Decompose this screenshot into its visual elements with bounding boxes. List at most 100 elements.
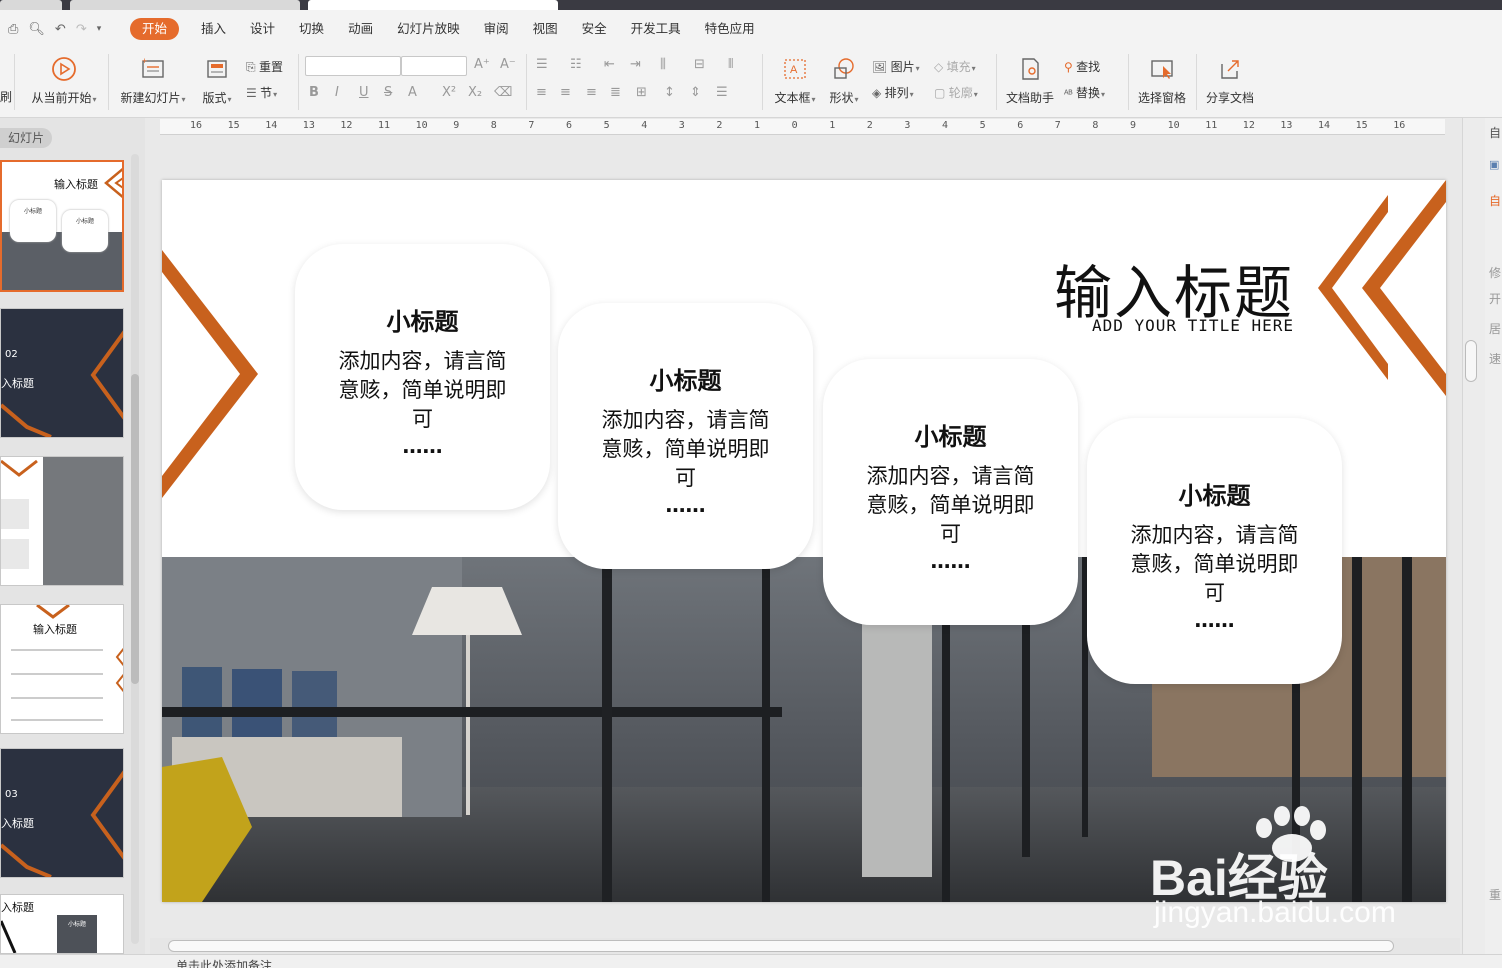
menu-start[interactable]: 开始	[130, 18, 180, 40]
menu-developer[interactable]: 开发工具	[619, 18, 693, 40]
ribbon-divider	[996, 54, 997, 110]
menu-view[interactable]: 视图	[521, 18, 570, 40]
menu-design[interactable]: 设计	[238, 18, 287, 40]
list-spacing-icon[interactable]: ☰	[716, 85, 728, 100]
menu-insert[interactable]: 插入	[189, 18, 238, 40]
ruler-tick-label: 2	[866, 120, 873, 131]
horizontal-ruler[interactable]: 16 15 14 13 12 11 10 9 8 7 6 5 4 3 2 1 0 1 2 3 4 5 6 7 8 9 10 11 12 1…	[160, 119, 1445, 135]
slide-thumbnail-2[interactable]: 02 入标题	[0, 308, 124, 438]
select-pane-button[interactable]: 选择窗格	[1136, 56, 1188, 106]
paragraph-spacing-icon[interactable]: ⇕	[690, 85, 701, 100]
thumbnail-scrollbar[interactable]	[131, 154, 139, 944]
print-icon[interactable]: ⎙	[8, 22, 18, 37]
picture-button[interactable]: 🖼︎ 图片▾	[872, 58, 920, 75]
justify-icon[interactable]: ≣	[610, 85, 621, 100]
align-center-icon[interactable]: ≡	[560, 85, 571, 100]
ruler-tick-label: 8	[490, 120, 497, 131]
text-direction-icon[interactable]: ⫼	[660, 57, 666, 72]
ruler-tick-label: 12	[340, 120, 353, 131]
card-dots: ……	[1194, 608, 1235, 632]
horizontal-scrollbar[interactable]	[150, 938, 1460, 954]
strikethrough-icon[interactable]: S	[384, 85, 392, 100]
content-card-4[interactable]: 小标题 添加内容，请言简意赅，简单说明即可 ……	[1087, 418, 1342, 684]
menu-animation[interactable]: 动画	[336, 18, 385, 40]
document-tab-1[interactable]	[0, 0, 62, 10]
reset-button[interactable]: ⎘ 重置	[246, 58, 283, 75]
align-left-icon[interactable]: ≡	[536, 85, 547, 100]
bullet-list-icon[interactable]: ☰	[536, 57, 548, 72]
clear-format-icon[interactable]: ⌫	[494, 85, 512, 100]
outline-icon: ▢	[934, 86, 946, 100]
underline-icon[interactable]: U	[359, 85, 369, 100]
increase-indent-icon[interactable]: ⇥	[630, 57, 641, 72]
slide-thumbnail-3[interactable]	[0, 456, 124, 586]
find-button[interactable]: ⚲ 查找	[1064, 58, 1100, 75]
undo-icon[interactable]: ↶	[55, 22, 66, 37]
align-right-icon[interactable]: ≡	[586, 85, 597, 100]
shape-button[interactable]: 形状▾	[826, 56, 862, 106]
print-preview-icon[interactable]: 🔍︎	[28, 22, 45, 37]
increase-font-icon[interactable]: A⁺	[474, 57, 490, 72]
menu-review[interactable]: 审阅	[472, 18, 521, 40]
notes-bar[interactable]: 单击此处添加备注	[0, 954, 1502, 968]
textbox-button[interactable]: A 文本框▾	[772, 56, 818, 106]
pane-icon[interactable]: ▣	[1489, 158, 1499, 171]
menu-slideshow[interactable]: 幻灯片放映	[385, 18, 472, 40]
columns-icon[interactable]: ⫴	[728, 57, 733, 72]
card-dots: ……	[402, 434, 443, 458]
italic-icon[interactable]: I	[335, 85, 339, 100]
arrange-label: 排列	[884, 86, 909, 100]
section-button[interactable]: ☰ 节▾	[246, 84, 277, 101]
font-name-select[interactable]	[305, 56, 401, 76]
play-from-current-label: 从当前开始	[31, 91, 92, 105]
slide-thumbnail-5[interactable]: 03 入标题	[0, 748, 124, 878]
document-tab-active[interactable]	[308, 0, 558, 10]
redo-icon[interactable]: ↷	[76, 22, 87, 37]
notes-placeholder[interactable]: 单击此处添加备注	[176, 959, 272, 968]
decrease-indent-icon[interactable]: ⇤	[604, 57, 615, 72]
slide-thumbnail-6[interactable]: 入标题 小标题	[0, 894, 124, 954]
arrange-button[interactable]: ◈ 排列▾	[872, 84, 914, 101]
font-size-select[interactable]	[401, 56, 467, 76]
outline-button[interactable]: ▢ 轮廓▾	[934, 84, 978, 101]
replace-button[interactable]: ᴬᴮ 替换▾	[1064, 84, 1105, 101]
menu-transition[interactable]: 切换	[287, 18, 336, 40]
layout-button[interactable]: 版式▾	[198, 56, 236, 106]
new-slide-button[interactable]: + 新建幻灯片▾	[118, 56, 188, 106]
slide[interactable]: 输入标题 ADD YOUR TITLE HERE 小标题 添加内容，请言简意赅，…	[162, 180, 1446, 902]
superscript-icon[interactable]: X²	[442, 85, 456, 100]
share-icon	[1204, 56, 1256, 85]
doc-helper-button[interactable]: 文档助手	[1004, 56, 1056, 106]
ribbon-divider	[14, 54, 15, 110]
decrease-font-icon[interactable]: A⁻	[500, 57, 516, 72]
menu-security[interactable]: 安全	[570, 18, 619, 40]
fill-button[interactable]: ◇ 填充▾	[934, 58, 976, 75]
distribute-icon[interactable]: ⊞	[636, 85, 647, 100]
subscript-icon[interactable]: X₂	[468, 85, 482, 100]
bold-icon[interactable]: B	[309, 85, 319, 100]
content-card-1[interactable]: 小标题 添加内容，请言简意赅，简单说明即可 ……	[295, 244, 550, 510]
ruler-tick-label: 3	[678, 120, 685, 131]
thumb-line	[11, 719, 103, 721]
content-card-2[interactable]: 小标题 添加内容，请言简意赅，简单说明即可 ……	[558, 303, 813, 569]
slides-tab[interactable]: 幻灯片	[0, 128, 53, 148]
customize-toolbar-icon[interactable]: ▾	[97, 24, 102, 34]
content-card-3[interactable]: 小标题 添加内容，请言简意赅，简单说明即可 ……	[823, 359, 1078, 625]
font-color-icon[interactable]: A	[408, 85, 417, 100]
slide-subtitle[interactable]: ADD YOUR TITLE HERE	[1092, 316, 1294, 335]
format-painter-partial[interactable]: 刷	[0, 88, 12, 105]
pane-label: 重	[1489, 888, 1502, 902]
slide-thumbnail-4[interactable]: 输入标题	[0, 604, 124, 734]
menu-special[interactable]: 特色应用	[693, 18, 767, 40]
line-spacing-icon[interactable]: ↕	[664, 85, 675, 100]
vertical-scrollbar[interactable]	[1463, 118, 1485, 954]
share-doc-button[interactable]: 分享文档	[1204, 56, 1256, 106]
play-from-current-button[interactable]: 从当前开始▾	[28, 56, 100, 106]
ribbon-divider	[1196, 54, 1197, 110]
ruler-tick-label: 1	[829, 120, 836, 131]
document-tab-2[interactable]	[70, 0, 300, 10]
slide-thumbnail-1[interactable]: 输入标题 小标题 小标题	[0, 160, 124, 292]
align-text-icon[interactable]: ⊟	[694, 57, 705, 72]
numbered-list-icon[interactable]: ☷	[570, 57, 582, 72]
ruler-tick-label: 7	[1054, 120, 1061, 131]
